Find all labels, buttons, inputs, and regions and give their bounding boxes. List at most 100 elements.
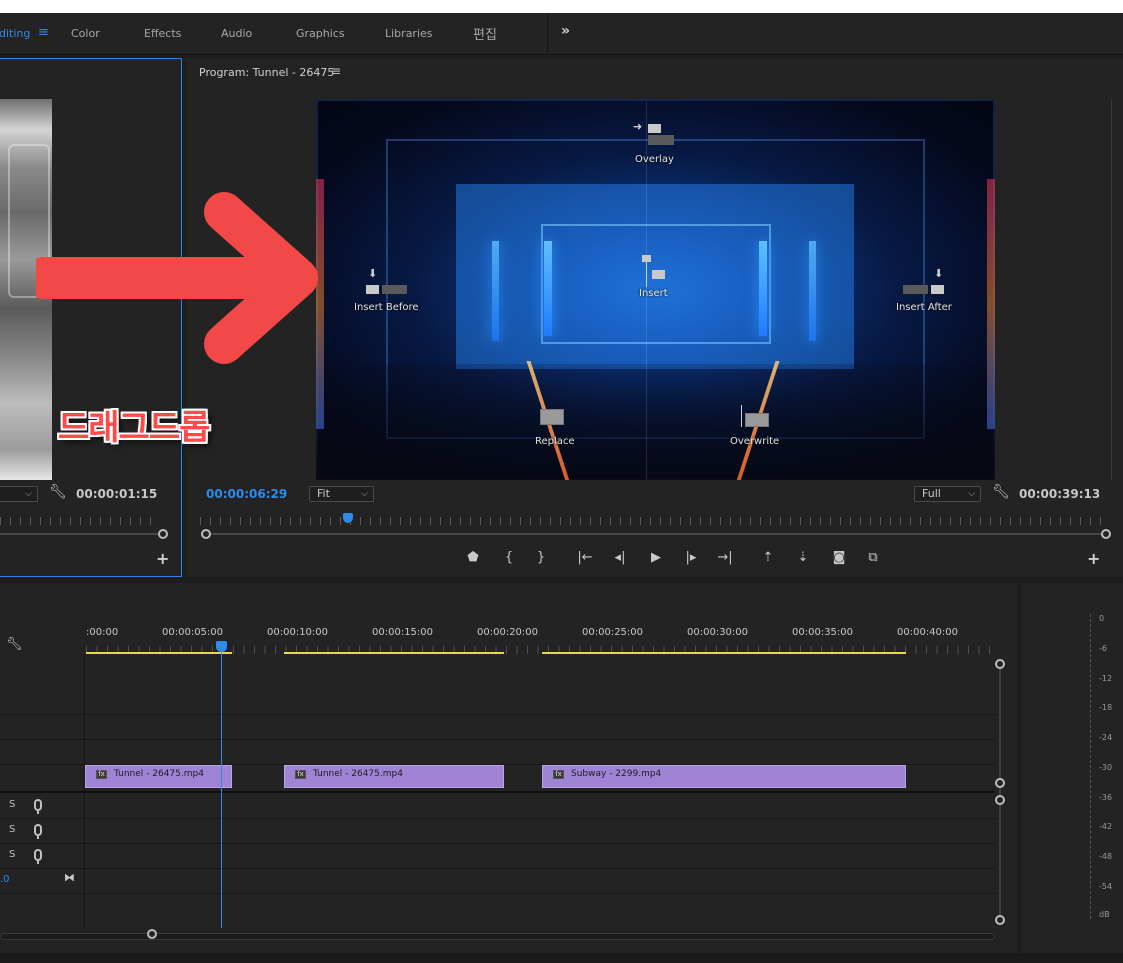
insert-before-track-icon — [382, 285, 407, 294]
tab-edit-korean[interactable]: 편집 — [473, 24, 497, 43]
drag-drop-annotation: 드래그드롭 — [58, 408, 210, 448]
timeline-playhead-line[interactable] — [221, 646, 222, 928]
voice-over-mic-icon[interactable] — [34, 824, 42, 839]
render-bar-segment-1 — [86, 652, 232, 654]
render-bar-segment-3 — [542, 652, 906, 654]
solo-track-button[interactable]: S — [9, 799, 15, 810]
dropzone-insert-label: Insert — [639, 288, 668, 299]
program-duration: 00:00:39:13 — [1019, 487, 1101, 501]
meter-label: -12 — [1099, 674, 1113, 683]
source-add-button[interactable]: + — [156, 549, 169, 568]
program-scroll-handle-left[interactable] — [201, 529, 211, 539]
meter-label: -54 — [1099, 882, 1113, 891]
source-time-ruler[interactable] — [0, 517, 158, 525]
program-panel-menu-icon[interactable]: ≡ — [331, 64, 341, 78]
insert-after-arrow-icon: ⬇ — [934, 267, 944, 280]
dropzone-replace-label: Replace — [535, 436, 575, 447]
tab-color[interactable]: Color — [71, 27, 100, 40]
more-workspaces-icon[interactable]: » — [561, 23, 570, 39]
timeline-clip[interactable]: fx Tunnel - 26475.mp4 — [85, 765, 232, 788]
ruler-label-30s: 00:00:30:00 — [687, 627, 749, 638]
mark-out-icon[interactable]: } — [533, 550, 549, 565]
meter-label: -36 — [1099, 793, 1113, 802]
voice-over-mic-icon[interactable] — [34, 799, 42, 814]
clip-name: Tunnel - 26475.mp4 — [114, 769, 204, 779]
source-settings-wrench-icon[interactable]: 🔧︎ — [49, 484, 67, 500]
comparison-view-icon[interactable]: ⧉ — [865, 550, 881, 565]
chevron-down-icon: ⌵ — [968, 489, 975, 499]
meter-label: -6 — [1099, 644, 1107, 653]
insert-before-arrow-icon: ⬇ — [368, 267, 378, 280]
timeline-playhead-handle[interactable] — [216, 641, 227, 652]
meter-label: -18 — [1099, 703, 1113, 712]
go-to-out-icon[interactable]: →| — [717, 550, 733, 565]
source-timecode: 00:00:01:15 — [76, 487, 158, 501]
tunnel-light-left-outer — [492, 241, 499, 341]
fx-badge-icon: fx — [295, 770, 306, 779]
chevron-down-icon: ⌵ — [25, 489, 32, 499]
ruler-label-40s: 00:00:40:00 — [897, 627, 959, 638]
tab-graphics[interactable]: Graphics — [296, 27, 345, 40]
source-scroll-handle[interactable] — [158, 529, 168, 539]
overwrite-playhead-icon — [741, 405, 742, 427]
overlay-track-icon — [648, 135, 674, 145]
program-resolution-select[interactable]: Full ⌵ — [914, 486, 981, 502]
step-forward-icon[interactable]: |▸ — [683, 550, 699, 565]
program-monitor-title[interactable]: Program: Tunnel - 26475 — [199, 66, 334, 79]
tab-editing[interactable]: diting — [0, 27, 30, 40]
mark-in-icon[interactable]: { — [501, 550, 517, 565]
program-playhead-handle[interactable] — [343, 513, 353, 523]
timeline-clip[interactable]: fx Subway - 2299.mp4 — [542, 765, 906, 788]
program-time-ruler[interactable] — [200, 517, 1104, 525]
track-separator — [0, 843, 995, 844]
tab-libraries[interactable]: Libraries — [385, 27, 433, 40]
track-separator — [0, 714, 995, 715]
chevron-down-icon: ⌵ — [361, 489, 368, 499]
export-frame-camera-icon[interactable]: ◙ — [831, 550, 847, 565]
solo-track-button[interactable]: S — [9, 849, 15, 860]
timeline-settings-wrench-icon[interactable]: 🔧︎ — [6, 637, 23, 652]
audio-scroll-handle-bottom[interactable] — [995, 915, 1005, 925]
program-fit-select[interactable]: Fit ⌵ — [309, 486, 374, 502]
track-separator — [0, 893, 995, 894]
program-playhead-timecode[interactable]: 00:00:06:29 — [206, 487, 287, 501]
program-scroll-handle-right[interactable] — [1101, 529, 1111, 539]
tab-audio[interactable]: Audio — [221, 27, 252, 40]
video-scroll-handle-top[interactable] — [995, 659, 1005, 669]
step-back-icon[interactable]: ◂| — [612, 550, 628, 565]
fit-select-value: Fit — [317, 487, 330, 500]
voice-over-mic-icon[interactable] — [34, 849, 42, 864]
program-vertical-scrollbar[interactable] — [1111, 99, 1112, 480]
lift-icon[interactable]: ⇡ — [760, 550, 776, 565]
timeline-vertical-scrollbar[interactable] — [999, 664, 1001, 920]
video-scroll-handle-bottom[interactable] — [995, 778, 1005, 788]
timeline-clip[interactable]: fx Tunnel - 26475.mp4 — [284, 765, 504, 788]
tab-effects[interactable]: Effects — [144, 27, 181, 40]
add-marker-icon[interactable]: ⬟ — [465, 550, 481, 565]
timeline-zoom-handle[interactable] — [147, 929, 157, 939]
program-settings-wrench-icon[interactable]: 🔧︎ — [992, 484, 1010, 500]
tab-editing-menu-icon[interactable]: ≡ — [38, 25, 49, 40]
status-bar — [0, 953, 1123, 963]
render-bar-segment-2 — [284, 652, 504, 654]
tunnel-light-right-outer — [809, 241, 816, 341]
solo-track-button[interactable]: S — [9, 824, 15, 835]
audio-scroll-handle-top[interactable] — [995, 795, 1005, 805]
master-track-bowtie-icon[interactable]: ⧓ — [64, 871, 75, 884]
ruler-label-25s: 00:00:25:00 — [582, 627, 644, 638]
play-icon[interactable]: ▶ — [648, 550, 664, 565]
replace-clip-icon — [540, 409, 564, 425]
tunnel-light-right — [759, 241, 767, 336]
source-zoom-scrollbar[interactable] — [0, 533, 158, 535]
extract-icon[interactable]: ⇣ — [795, 550, 811, 565]
insert-before-clip-icon — [366, 285, 379, 294]
source-zoom-select[interactable]: ⌵ — [0, 486, 38, 502]
master-volume-value[interactable]: .0 — [0, 874, 10, 885]
program-add-button[interactable]: + — [1087, 549, 1100, 568]
program-zoom-scrollbar[interactable] — [208, 533, 1104, 535]
meter-label: -42 — [1099, 822, 1113, 831]
program-video-frame[interactable]: ➜ Overlay ⬇ Insert Before Insert ⬇ Inser… — [316, 99, 995, 480]
meter-label: 0 — [1099, 614, 1105, 623]
fx-badge-icon: fx — [553, 770, 564, 779]
go-to-in-icon[interactable]: |← — [577, 550, 593, 565]
